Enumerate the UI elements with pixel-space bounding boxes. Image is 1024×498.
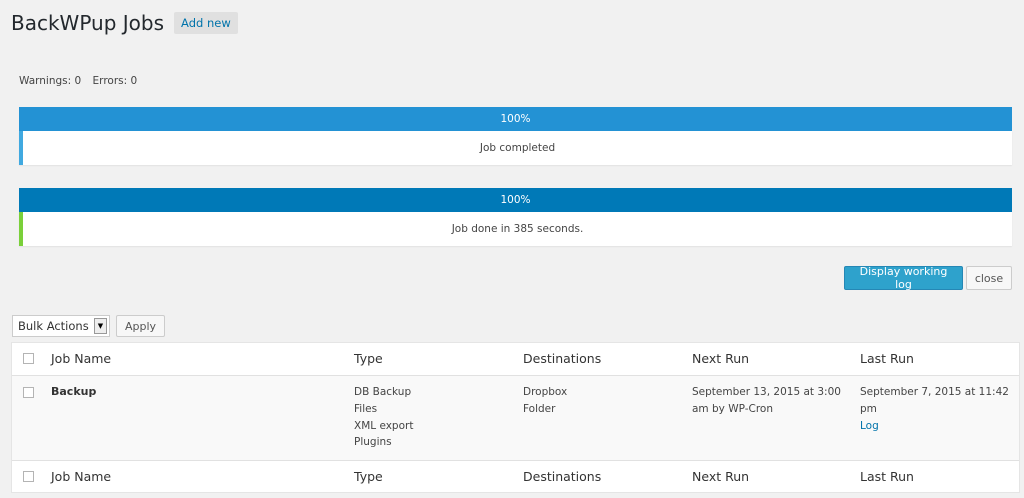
last-run-value: September 7, 2015 at 11:42 pm — [860, 386, 1009, 415]
job-destinations: Dropbox Folder — [523, 384, 567, 418]
table-footer-row: Job Name Type Destinations Next Run Last… — [12, 460, 1019, 492]
bulk-actions-selected: Bulk Actions — [18, 319, 89, 333]
destination-item: Folder — [523, 402, 556, 415]
column-header-destinations: Destinations — [523, 351, 602, 366]
select-all-checkbox[interactable] — [23, 471, 34, 482]
job-type-item: XML export — [354, 419, 414, 432]
column-footer-last-run: Last Run — [860, 469, 914, 484]
progress-bar: 100% — [19, 188, 1012, 212]
row-checkbox[interactable] — [23, 387, 34, 398]
table-row: Backup DB Backup Files XML export Plugin… — [12, 376, 1019, 460]
add-new-button[interactable]: Add new — [174, 12, 238, 34]
column-footer-destinations: Destinations — [523, 469, 602, 484]
progress-percent: 100% — [500, 113, 531, 125]
log-link[interactable]: Log — [860, 418, 1010, 435]
jobs-table: Job Name Type Destinations Next Run Last… — [11, 342, 1020, 493]
warnings-count: Warnings: 0 — [19, 75, 82, 87]
job-counts: Warnings: 0 Errors: 0 — [19, 75, 137, 87]
progress-message: Job done in 385 seconds. — [19, 212, 1012, 246]
table-header-row: Job Name Type Destinations Next Run Last… — [12, 343, 1019, 376]
progress-bar: 100% — [19, 107, 1012, 131]
destination-item: Dropbox — [523, 386, 568, 398]
job-types: DB Backup Files XML export Plugins — [354, 384, 413, 451]
last-run-cell: September 7, 2015 at 11:42 pm Log — [860, 384, 1010, 434]
column-footer-job-name[interactable]: Job Name — [51, 469, 111, 484]
column-header-type: Type — [354, 351, 383, 366]
progress-block-2: 100% Job done in 385 seconds. — [19, 188, 1012, 246]
column-header-last-run: Last Run — [860, 351, 914, 366]
progress-message: Job completed — [19, 131, 1012, 165]
page-header: BackWPup Jobs Add new — [11, 11, 238, 35]
column-footer-next-run: Next Run — [692, 469, 750, 484]
next-run-value: September 13, 2015 at 3:00 am by WP-Cron — [692, 386, 841, 415]
job-type-item: Files — [354, 402, 378, 415]
job-type-item: DB Backup — [354, 386, 412, 398]
job-name[interactable]: Backup — [51, 384, 96, 401]
chevron-down-icon[interactable]: ▼ — [94, 318, 107, 334]
page-title: BackWPup Jobs — [11, 11, 165, 35]
column-header-job-name[interactable]: Job Name — [51, 351, 111, 366]
errors-count: Errors: 0 — [92, 75, 138, 87]
progress-percent: 100% — [500, 194, 531, 206]
select-all-checkbox[interactable] — [23, 353, 34, 364]
column-footer-type: Type — [354, 469, 383, 484]
bulk-actions-select[interactable]: Bulk Actions ▼ — [12, 315, 110, 337]
progress-block-1: 100% Job completed — [19, 107, 1012, 165]
display-working-log-button[interactable]: Display working log — [844, 265, 963, 291]
bulk-actions-bar: Bulk Actions ▼ Apply — [12, 315, 165, 337]
apply-button[interactable]: Apply — [116, 315, 165, 337]
column-header-next-run: Next Run — [692, 351, 750, 366]
job-type-item: Plugins — [354, 436, 392, 449]
close-button[interactable]: close — [966, 266, 1012, 290]
